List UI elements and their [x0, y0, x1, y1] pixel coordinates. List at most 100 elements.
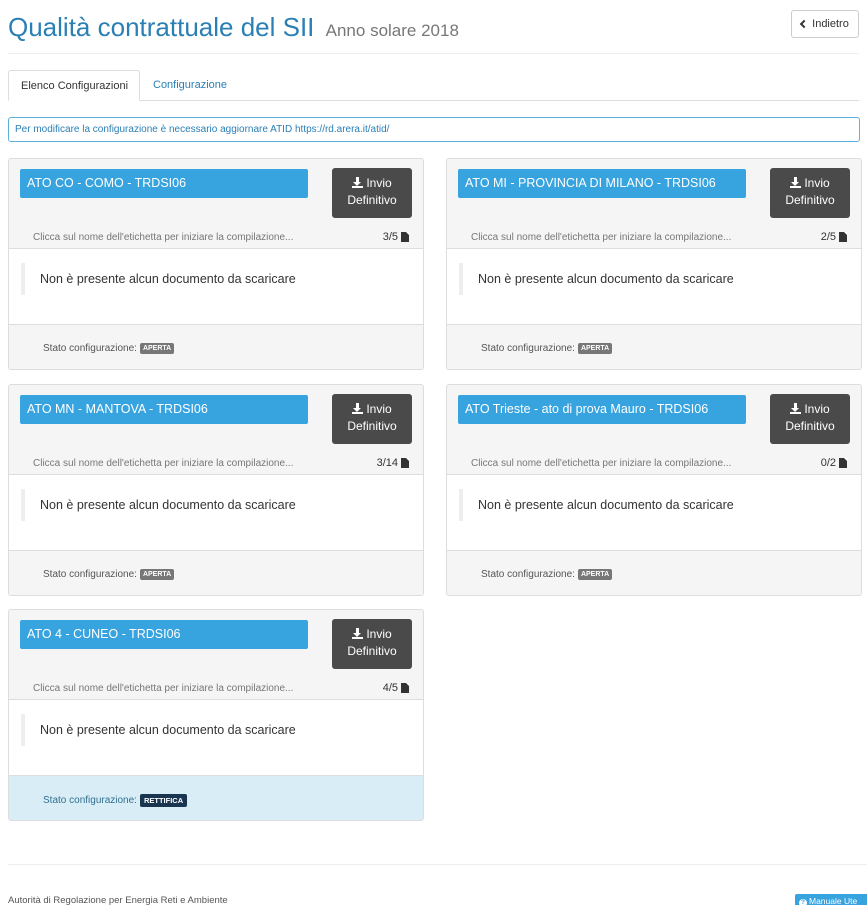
card-header: ATO Trieste - ato di prova Mauro - TRDSI…: [447, 385, 861, 474]
card-body: Non è presente alcun documento da scaric…: [9, 248, 423, 325]
card-body: Non è presente alcun documento da scaric…: [447, 248, 861, 325]
configuration-card: ATO CO - COMO - TRDSI06 Invio Definitivo…: [8, 158, 424, 370]
status-badge: RETTIFICA: [139, 794, 188, 807]
status-line: Stato configurazione: APERTA: [481, 343, 613, 354]
card-title-label[interactable]: ATO MI - PROVINCIA DI MILANO - TRDSI06: [458, 169, 746, 198]
count-value: 2/5: [820, 231, 836, 243]
count-value: 3/5: [382, 231, 398, 243]
card-header: ATO MI - PROVINCIA DI MILANO - TRDSI06 I…: [447, 159, 861, 248]
manual-button[interactable]: ? Manuale Ute: [795, 894, 867, 905]
invio-definitivo-button[interactable]: Invio Definitivo: [332, 619, 412, 669]
send-label-2: Definitivo: [347, 419, 397, 433]
empty-message: Non è presente alcun documento da scaric…: [459, 263, 734, 295]
status-label: Stato configurazione:: [43, 795, 137, 806]
card-header: ATO 4 - CUNEO - TRDSI06 Invio Definitivo…: [9, 610, 423, 699]
invio-definitivo-button[interactable]: Invio Definitivo: [770, 394, 850, 444]
send-label-1: Invio: [804, 176, 830, 190]
download-icon: [790, 177, 802, 188]
send-label-2: Definitivo: [347, 644, 397, 658]
status-badge: APERTA: [139, 569, 175, 580]
download-icon: [352, 403, 364, 414]
card-footer: Stato configurazione: APERTA: [447, 551, 861, 595]
card-hint: Clicca sul nome dell'etichetta per inizi…: [33, 458, 294, 469]
card-footer: Stato configurazione: APERTA: [9, 325, 423, 369]
page-footer: Autorità di Regolazione per Energia Reti…: [8, 864, 867, 905]
card-hint: Clicca sul nome dell'etichetta per inizi…: [471, 458, 732, 469]
empty-message: Non è presente alcun documento da scaric…: [21, 263, 296, 295]
configuration-card: ATO 4 - CUNEO - TRDSI06 Invio Definitivo…: [8, 609, 424, 821]
file-icon: [401, 683, 409, 693]
status-line: Stato configurazione: APERTA: [43, 343, 175, 354]
tab-bar: Elenco Configurazioni Configurazione: [8, 70, 859, 101]
file-icon: [839, 458, 847, 468]
chevron-left-icon: [799, 19, 809, 29]
help-circle-icon: ?: [799, 899, 807, 905]
card-title-label[interactable]: ATO MN - MANTOVA - TRDSI06: [20, 395, 308, 424]
info-notice: Per modificare la configurazione è neces…: [8, 117, 860, 142]
card-count: 3/14: [377, 457, 409, 469]
send-label-2: Definitivo: [785, 193, 835, 207]
configuration-card: ATO Trieste - ato di prova Mauro - TRDSI…: [446, 384, 862, 596]
tab-configurazione[interactable]: Configurazione: [141, 70, 239, 101]
send-label-1: Invio: [804, 402, 830, 416]
card-count: 3/5: [383, 231, 409, 243]
file-icon: [401, 232, 409, 242]
card-footer: Stato configurazione: APERTA: [9, 551, 423, 595]
status-badge: APERTA: [139, 343, 175, 354]
send-label-1: Invio: [366, 627, 392, 641]
card-title-label[interactable]: ATO CO - COMO - TRDSI06: [20, 169, 308, 198]
empty-message: Non è presente alcun documento da scaric…: [459, 489, 734, 521]
status-label: Stato configurazione:: [43, 343, 137, 354]
empty-message: Non è presente alcun documento da scaric…: [21, 714, 296, 746]
back-button[interactable]: Indietro: [791, 10, 859, 38]
empty-message: Non è presente alcun documento da scaric…: [21, 489, 296, 521]
card-hint: Clicca sul nome dell'etichetta per inizi…: [33, 683, 294, 694]
page-title: Qualità contrattuale del SII Anno solare…: [8, 12, 459, 43]
status-label: Stato configurazione:: [43, 569, 137, 580]
card-footer: Stato configurazione: RETTIFICA: [9, 776, 423, 820]
card-body: Non è presente alcun documento da scaric…: [9, 474, 423, 551]
tab-elenco-configurazioni[interactable]: Elenco Configurazioni: [8, 70, 140, 101]
status-line: Stato configurazione: RETTIFICA: [43, 794, 188, 807]
card-count: 4/5: [383, 682, 409, 694]
page-title-text: Qualità contrattuale del SII: [8, 12, 315, 42]
card-body: Non è presente alcun documento da scaric…: [9, 699, 423, 776]
card-hint: Clicca sul nome dell'etichetta per inizi…: [471, 232, 732, 243]
send-label-1: Invio: [366, 176, 392, 190]
manual-label: Manuale Ute: [809, 896, 858, 905]
configuration-card: ATO MN - MANTOVA - TRDSI06 Invio Definit…: [8, 384, 424, 596]
back-button-label: Indietro: [812, 18, 849, 30]
configuration-card: ATO MI - PROVINCIA DI MILANO - TRDSI06 I…: [446, 158, 862, 370]
card-footer: Stato configurazione: APERTA: [447, 325, 861, 369]
status-line: Stato configurazione: APERTA: [43, 569, 175, 580]
page-header: Qualità contrattuale del SII Anno solare…: [8, 8, 859, 54]
status-label: Stato configurazione:: [481, 343, 575, 354]
send-label-1: Invio: [366, 402, 392, 416]
invio-definitivo-button[interactable]: Invio Definitivo: [770, 168, 850, 218]
status-label: Stato configurazione:: [481, 569, 575, 580]
card-body: Non è presente alcun documento da scaric…: [447, 474, 861, 551]
card-hint: Clicca sul nome dell'etichetta per inizi…: [33, 232, 294, 243]
card-header: ATO CO - COMO - TRDSI06 Invio Definitivo…: [9, 159, 423, 248]
footer-text: Autorità di Regolazione per Energia Reti…: [8, 895, 228, 905]
card-count: 0/2: [821, 457, 847, 469]
download-icon: [352, 177, 364, 188]
page-subtitle: Anno solare 2018: [325, 21, 459, 40]
card-header: ATO MN - MANTOVA - TRDSI06 Invio Definit…: [9, 385, 423, 474]
file-icon: [401, 458, 409, 468]
status-badge: APERTA: [577, 343, 613, 354]
count-value: 4/5: [382, 682, 398, 694]
count-value: 0/2: [820, 457, 836, 469]
send-label-2: Definitivo: [785, 419, 835, 433]
download-icon: [352, 628, 364, 639]
status-badge: APERTA: [577, 569, 613, 580]
card-title-label[interactable]: ATO Trieste - ato di prova Mauro - TRDSI…: [458, 395, 746, 424]
card-count: 2/5: [821, 231, 847, 243]
file-icon: [839, 232, 847, 242]
invio-definitivo-button[interactable]: Invio Definitivo: [332, 168, 412, 218]
card-title-label[interactable]: ATO 4 - CUNEO - TRDSI06: [20, 620, 308, 649]
send-label-2: Definitivo: [347, 193, 397, 207]
invio-definitivo-button[interactable]: Invio Definitivo: [332, 394, 412, 444]
download-icon: [790, 403, 802, 414]
count-value: 3/14: [376, 457, 398, 469]
